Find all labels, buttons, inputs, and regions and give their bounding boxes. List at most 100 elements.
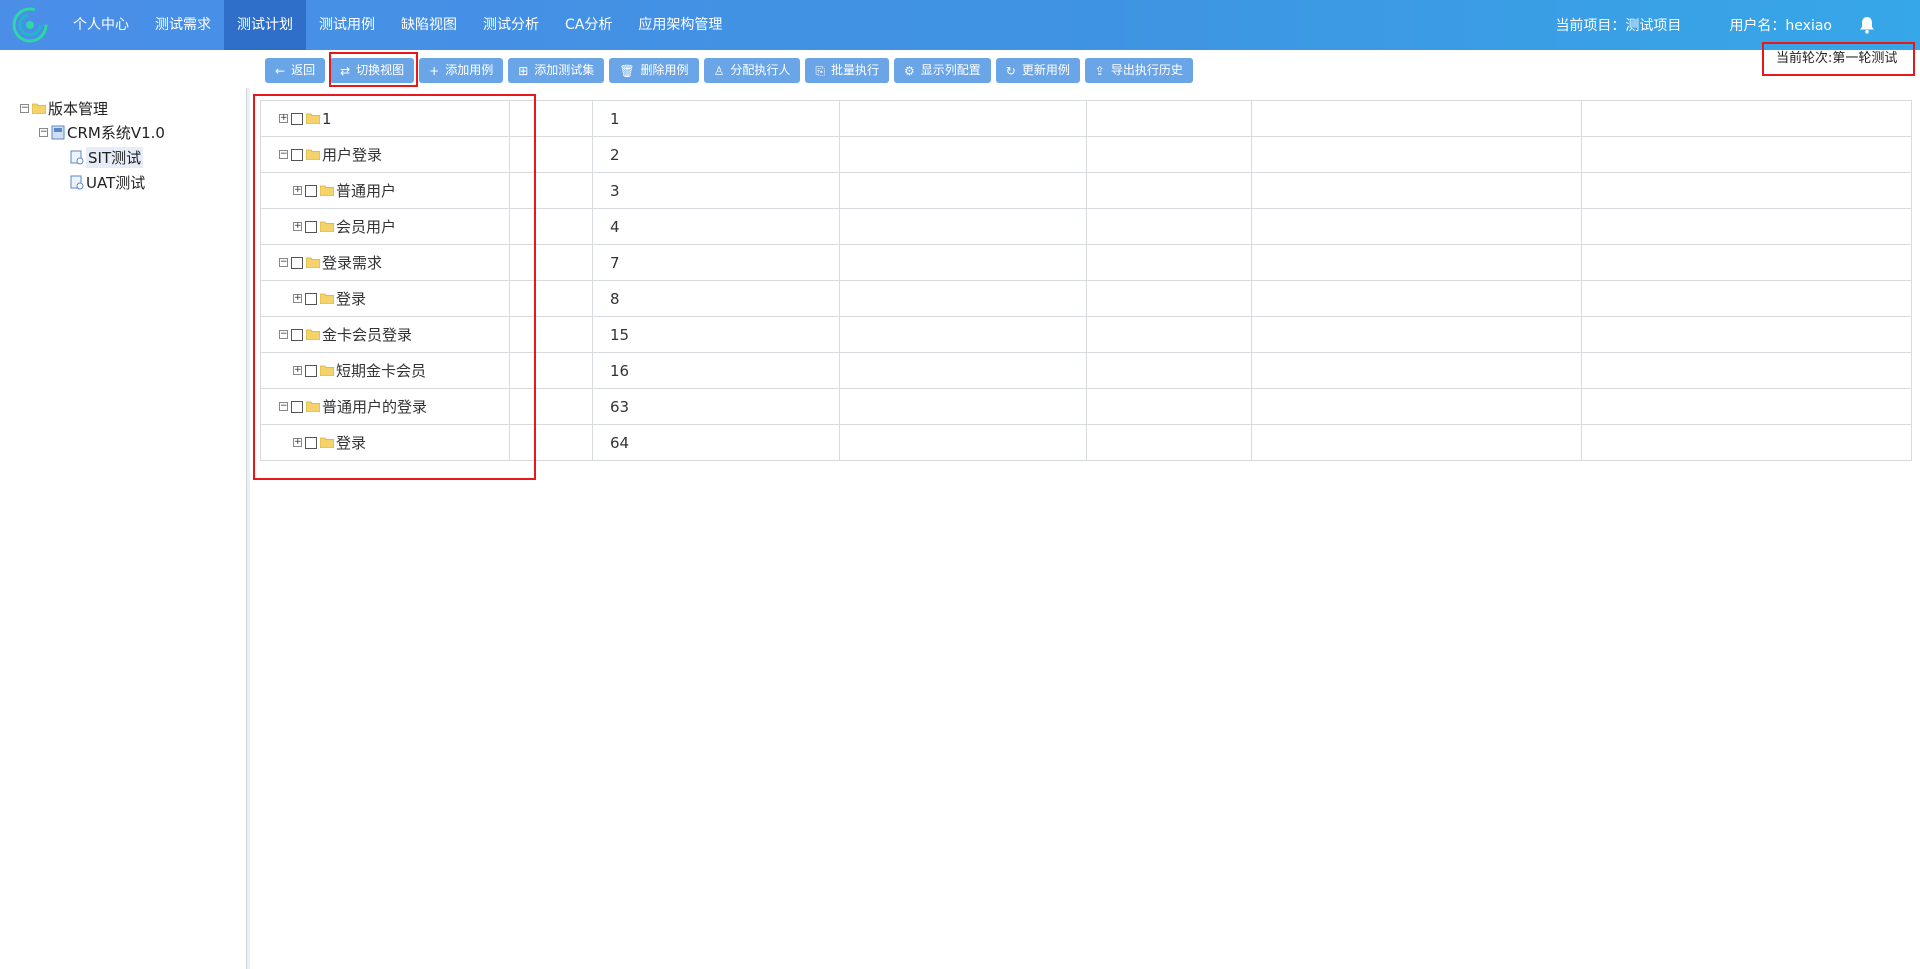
empty-cell	[839, 136, 1087, 173]
user-icon: ♙	[713, 63, 725, 78]
id-cell: 8	[592, 280, 840, 317]
app-logo-icon[interactable]	[12, 7, 48, 43]
tree-node-sit[interactable]: SIT测试	[70, 146, 144, 168]
empty-cell	[1581, 352, 1912, 389]
nav-item-2[interactable]: 测试计划	[224, 0, 306, 50]
empty-cell	[1251, 352, 1582, 389]
empty-cell	[839, 208, 1087, 245]
empty-cell	[1086, 280, 1252, 317]
plus-icon: +	[429, 63, 440, 78]
toolbar-button-label: 分配执行人	[730, 63, 791, 77]
empty-cell	[1581, 280, 1912, 317]
empty-cell	[1086, 388, 1252, 425]
id-cell: 1	[592, 100, 840, 137]
main-nav: 个人中心 测试需求 测试计划 测试用例 缺陷视图 测试分析 CA分析 应用架构管理	[60, 0, 735, 50]
sidebar-splitter[interactable]	[247, 88, 250, 969]
test-round-icon	[70, 175, 84, 189]
empty-cell	[1581, 100, 1912, 137]
empty-cell	[1581, 424, 1912, 461]
empty-cell	[1086, 172, 1252, 209]
empty-cell	[1581, 316, 1912, 353]
nav-item-3[interactable]: 测试用例	[306, 0, 388, 50]
plus-square-icon: ⊞	[518, 63, 529, 78]
empty-cell	[1581, 172, 1912, 209]
current-round-badge: 当前轮次:第一轮测试	[1762, 42, 1915, 76]
switch-view-highlight	[329, 52, 418, 87]
empty-cell	[1581, 388, 1912, 425]
system-icon	[51, 125, 65, 139]
toolbar-button-3[interactable]: ⊞ 添加测试集	[508, 58, 605, 83]
toolbar-button-7[interactable]: ⚙ 显示列配置	[893, 58, 991, 83]
tree-node-system[interactable]: − CRM系统V1.0	[39, 122, 165, 142]
empty-cell	[839, 100, 1087, 137]
nav-item-1[interactable]: 测试需求	[142, 0, 224, 50]
toolbar-button-label: 返回	[291, 63, 316, 77]
top-navbar: 个人中心 测试需求 测试计划 测试用例 缺陷视图 测试分析 CA分析 应用架构管理 当前项目：…	[0, 0, 1920, 50]
nav-item-5[interactable]: 测试分析	[470, 0, 552, 50]
batch-icon: ⎘	[815, 63, 825, 78]
collapse-icon[interactable]: −	[39, 127, 48, 137]
tree-node-label: UAT测试	[86, 173, 146, 192]
tree-column-highlight	[253, 94, 536, 480]
empty-cell	[1086, 244, 1252, 281]
tree-node-label: 版本管理	[48, 99, 109, 118]
id-cell: 63	[592, 388, 840, 425]
empty-cell	[839, 424, 1087, 461]
empty-cell	[1251, 280, 1582, 317]
empty-cell	[1581, 208, 1912, 245]
toolbar-button-label: 删除用例	[640, 63, 689, 77]
empty-cell	[1251, 244, 1582, 281]
toolbar-button-label: 添加测试集	[534, 63, 595, 77]
nav-item-0[interactable]: 个人中心	[60, 0, 142, 50]
export-icon: ⇪	[1094, 63, 1105, 78]
tree-node-label: CRM系统V1.0	[67, 123, 165, 142]
toolbar-button-label: 更新用例	[1021, 63, 1070, 77]
toolbar-button-2[interactable]: + 添加用例	[419, 58, 504, 83]
version-tree-panel: − 版本管理 − CRM系统V1.0 SIT测试 UAT测试	[0, 88, 247, 969]
empty-cell	[1251, 172, 1582, 209]
empty-cell	[839, 352, 1087, 389]
empty-cell	[1086, 352, 1252, 389]
toolbar-button-0[interactable]: ← 返回	[265, 58, 326, 83]
empty-cell	[1251, 100, 1582, 137]
id-cell: 2	[592, 136, 840, 173]
tree-node-uat[interactable]: UAT测试	[70, 172, 145, 192]
empty-cell	[839, 244, 1087, 281]
toolbar-button-label: 添加用例	[445, 63, 494, 77]
empty-cell	[1581, 136, 1912, 173]
id-cell: 16	[592, 352, 840, 389]
username[interactable]: 用户名：hexiao	[1729, 15, 1832, 35]
nav-item-7[interactable]: 应用架构管理	[625, 0, 735, 50]
toolbar-button-8[interactable]: ↻ 更新用例	[995, 58, 1080, 83]
empty-cell	[1251, 424, 1582, 461]
toolbar-button-label: 批量执行	[830, 63, 879, 77]
current-project[interactable]: 当前项目：测试项目	[1555, 15, 1681, 35]
tree-node-label: SIT测试	[86, 146, 144, 168]
empty-cell	[1086, 424, 1252, 461]
empty-cell	[1251, 136, 1582, 173]
toolbar-button-label: 显示列配置	[920, 63, 981, 77]
id-cell: 4	[592, 208, 840, 245]
toolbar-button-4[interactable]: 🗑 删除用例	[609, 58, 699, 83]
tree-node-root[interactable]: − 版本管理	[20, 98, 108, 118]
id-cell: 64	[592, 424, 840, 461]
empty-cell	[1251, 388, 1582, 425]
toolbar-button-label: 导出执行历史	[1110, 63, 1183, 77]
nav-item-4[interactable]: 缺陷视图	[388, 0, 470, 50]
toolbar-button-6[interactable]: ⎘ 批量执行	[805, 58, 889, 83]
empty-cell	[1086, 136, 1252, 173]
bell-icon[interactable]	[1858, 16, 1876, 34]
arrow-left-icon: ←	[275, 63, 286, 78]
gear-icon: ⚙	[903, 63, 915, 78]
collapse-icon[interactable]: −	[20, 103, 29, 113]
id-cell: 3	[592, 172, 840, 209]
empty-cell	[1251, 208, 1582, 245]
empty-cell	[1086, 100, 1252, 137]
test-round-icon	[70, 150, 84, 164]
toolbar-button-5[interactable]: ♙ 分配执行人	[703, 58, 801, 83]
nav-item-6[interactable]: CA分析	[552, 0, 625, 50]
empty-cell	[1251, 316, 1582, 353]
id-cell: 15	[592, 316, 840, 353]
empty-cell	[1086, 316, 1252, 353]
toolbar-button-9[interactable]: ⇪ 导出执行历史	[1084, 58, 1193, 83]
